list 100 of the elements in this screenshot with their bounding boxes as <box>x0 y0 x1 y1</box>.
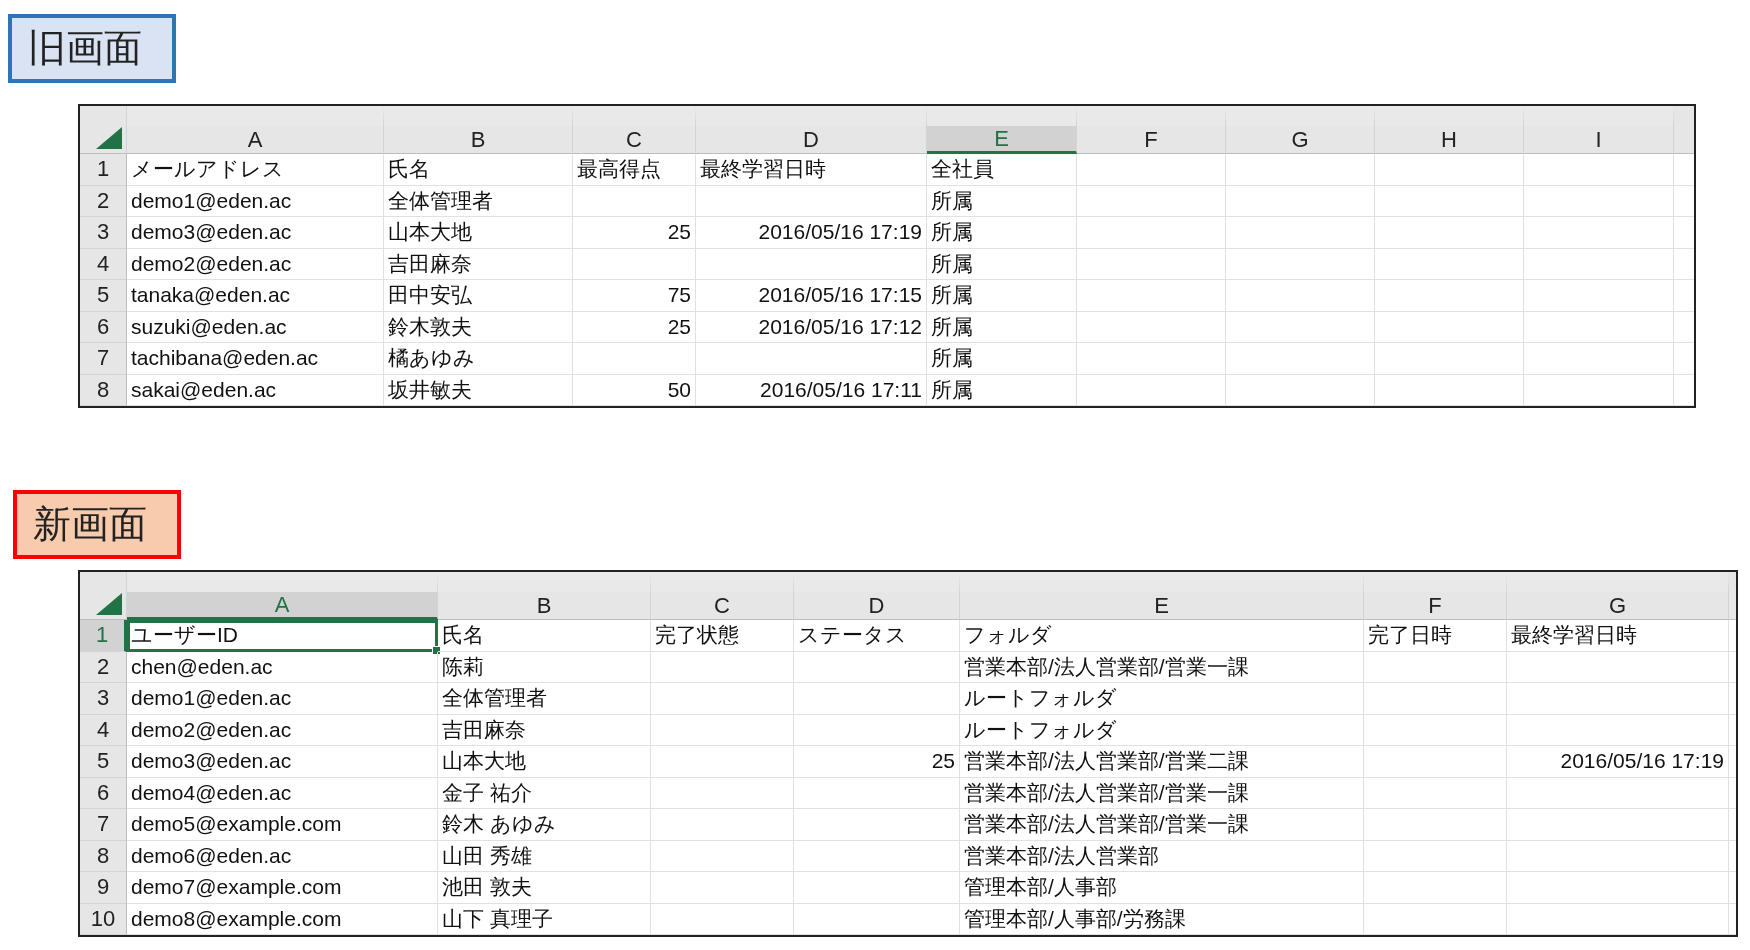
table-cell: 25 <box>794 746 960 778</box>
table-cell: demo3@eden.ac <box>127 746 438 778</box>
table-cell: 完了日時 <box>1364 620 1507 652</box>
row-header[interactable]: 10 <box>80 903 127 935</box>
table-cell: 所属 <box>927 248 1077 280</box>
table-cell: 氏名 <box>384 154 573 186</box>
table-cell: 所属 <box>927 343 1077 375</box>
corner-triangle-icon <box>96 593 122 615</box>
column-header[interactable]: D <box>696 106 927 154</box>
column-header <box>1729 572 1736 620</box>
column-header[interactable]: E <box>960 572 1364 620</box>
row-header[interactable]: 2 <box>80 185 127 217</box>
column-header[interactable]: C <box>573 106 696 154</box>
select-all-corner[interactable] <box>80 572 127 620</box>
table-cell: 金子 祐介 <box>438 777 651 809</box>
row-header[interactable]: 4 <box>80 248 127 280</box>
table-cell: demo4@eden.ac <box>127 777 438 809</box>
table-cell: demo2@eden.ac <box>127 714 438 746</box>
table-cell: 田中安弘 <box>384 280 573 312</box>
row-header[interactable]: 8 <box>80 374 127 406</box>
row-header[interactable]: 6 <box>80 777 127 809</box>
column-header[interactable]: B <box>438 572 651 620</box>
table-cell: 2016/05/16 17:12 <box>696 311 927 343</box>
table-cell: 完了状態 <box>651 620 794 652</box>
row-header[interactable]: 8 <box>80 840 127 872</box>
table-cell: ルートフォルダ <box>960 683 1364 715</box>
table-cell: 25 <box>573 217 696 249</box>
column-header[interactable]: D <box>794 572 960 620</box>
table-cell: 陈莉 <box>438 651 651 683</box>
table-cell: demo7@example.com <box>127 872 438 904</box>
row-header[interactable]: 2 <box>80 651 127 683</box>
table-cell: 50 <box>573 374 696 406</box>
corner-triangle-icon <box>96 127 122 149</box>
row-header[interactable]: 7 <box>80 343 127 375</box>
table-cell: 所属 <box>927 185 1077 217</box>
row-header[interactable]: 3 <box>80 683 127 715</box>
row-header[interactable]: 3 <box>80 217 127 249</box>
fill-handle[interactable] <box>432 645 441 655</box>
table-cell: demo5@example.com <box>127 809 438 841</box>
column-header[interactable]: A <box>127 106 384 154</box>
column-header[interactable]: G <box>1507 572 1729 620</box>
table-cell: 所属 <box>927 374 1077 406</box>
table-cell: 山本大地 <box>384 217 573 249</box>
row-header[interactable]: 7 <box>80 809 127 841</box>
table-cell: 所属 <box>927 217 1077 249</box>
table-cell: demo2@eden.ac <box>127 248 384 280</box>
column-header[interactable]: B <box>384 106 573 154</box>
table-cell: 営業本部/法人営業部/営業二課 <box>960 746 1364 778</box>
table-cell: 鈴木 あゆみ <box>438 809 651 841</box>
table-cell: 山田 秀雄 <box>438 840 651 872</box>
section-label: 旧画面 <box>8 14 176 83</box>
table-cell: 最終学習日時 <box>696 154 927 186</box>
table-cell: 全体管理者 <box>384 185 573 217</box>
row-header[interactable]: 1 <box>80 620 127 652</box>
table-cell: demo6@eden.ac <box>127 840 438 872</box>
table-cell: demo1@eden.ac <box>127 683 438 715</box>
table-cell: 全社員 <box>927 154 1077 186</box>
column-header[interactable]: I <box>1524 106 1674 154</box>
section-label: 新画面 <box>13 490 181 559</box>
table-cell: 75 <box>573 280 696 312</box>
select-all-corner[interactable] <box>80 106 127 154</box>
table-cell: ステータス <box>794 620 960 652</box>
table-cell: tanaka@eden.ac <box>127 280 384 312</box>
row-header[interactable]: 5 <box>80 746 127 778</box>
table-cell: tachibana@eden.ac <box>127 343 384 375</box>
table-cell: 山下 真理子 <box>438 903 651 935</box>
active-cell: ユーザーID <box>127 620 438 652</box>
column-header[interactable]: F <box>1077 106 1226 154</box>
table-cell: sakai@eden.ac <box>127 374 384 406</box>
table-cell: 2016/05/16 17:19 <box>696 217 927 249</box>
table-cell: 所属 <box>927 311 1077 343</box>
row-header[interactable]: 4 <box>80 714 127 746</box>
column-header[interactable]: E <box>927 106 1077 154</box>
column-header[interactable]: H <box>1375 106 1524 154</box>
table-cell: 吉田麻奈 <box>438 714 651 746</box>
table-cell: 営業本部/法人営業部/営業一課 <box>960 651 1364 683</box>
column-header[interactable]: C <box>651 572 794 620</box>
table-cell: ルートフォルダ <box>960 714 1364 746</box>
table-cell: メールアドレス <box>127 154 384 186</box>
row-header[interactable]: 5 <box>80 280 127 312</box>
column-header[interactable]: A <box>127 572 438 620</box>
table-cell: suzuki@eden.ac <box>127 311 384 343</box>
table-cell: 吉田麻奈 <box>384 248 573 280</box>
table-cell: フォルダ <box>960 620 1364 652</box>
column-header[interactable]: G <box>1226 106 1375 154</box>
table-cell: chen@eden.ac <box>127 651 438 683</box>
table-cell: 営業本部/法人営業部/営業一課 <box>960 809 1364 841</box>
table-cell: 営業本部/法人営業部 <box>960 840 1364 872</box>
table-cell: 池田 敦夫 <box>438 872 651 904</box>
column-header[interactable]: F <box>1364 572 1507 620</box>
row-header[interactable]: 9 <box>80 872 127 904</box>
row-header[interactable]: 1 <box>80 154 127 186</box>
table-cell: demo8@example.com <box>127 903 438 935</box>
row-header[interactable]: 6 <box>80 311 127 343</box>
table-cell: 2016/05/16 17:11 <box>696 374 927 406</box>
table-cell: 25 <box>573 311 696 343</box>
table-cell: 鈴木敦夫 <box>384 311 573 343</box>
table-cell: 全体管理者 <box>438 683 651 715</box>
column-header <box>1674 106 1694 154</box>
table-cell: demo1@eden.ac <box>127 185 384 217</box>
